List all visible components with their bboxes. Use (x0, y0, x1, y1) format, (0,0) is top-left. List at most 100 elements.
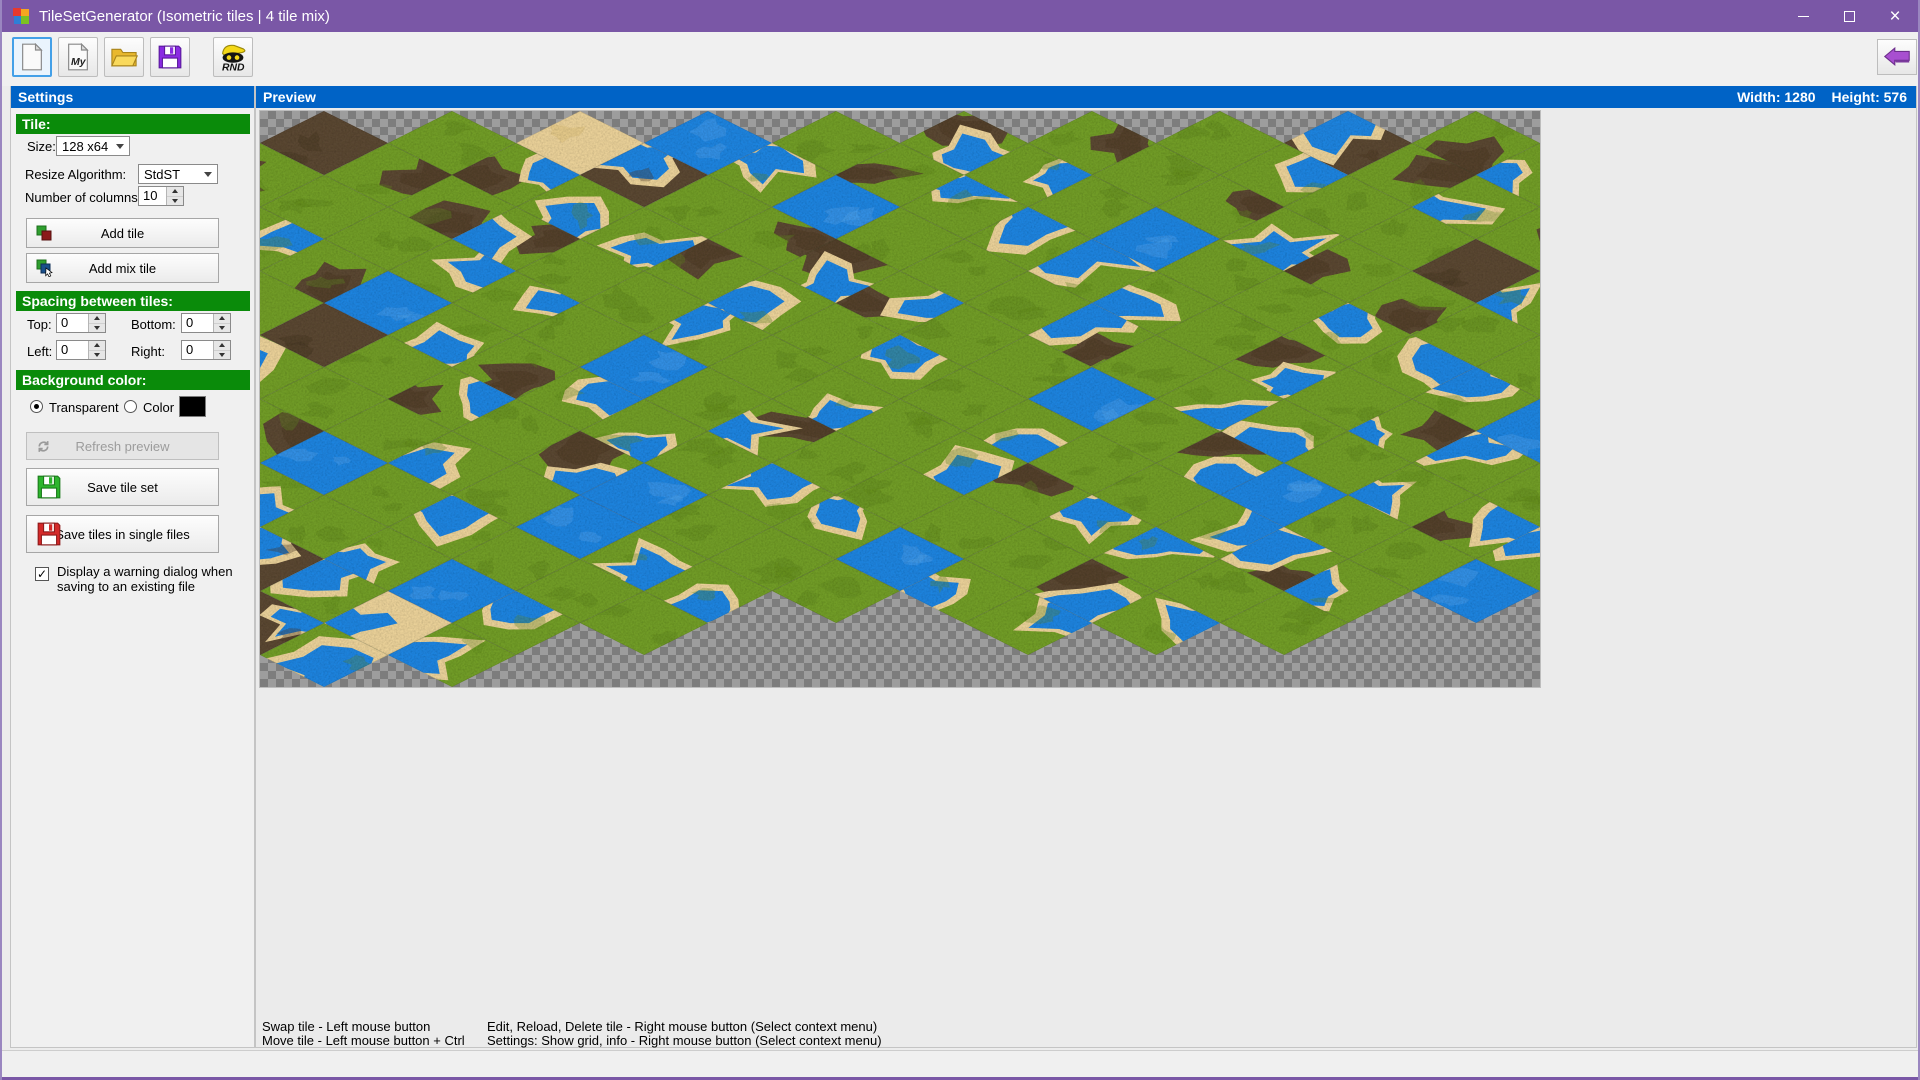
spacing-top-value: 0 (57, 314, 88, 332)
warning-checkbox-label[interactable]: Display a warning dialog when saving to … (57, 564, 233, 594)
preview-header: Preview Width: 1280 Height: 576 (256, 86, 1916, 108)
svg-text:RND: RND (222, 62, 245, 72)
spin-up-button[interactable] (167, 187, 183, 197)
title-bar: TileSetGenerator (Isometric tiles | 4 ti… (2, 0, 1918, 32)
size-select[interactable]: 128 x64 (56, 136, 130, 156)
random-button[interactable]: RND (213, 37, 253, 77)
warning-label-line1: Display a warning dialog when (57, 564, 233, 579)
arrow-up-icon (172, 189, 178, 193)
minimize-icon (1798, 16, 1809, 17)
spacing-left-label: Left: (27, 344, 52, 359)
plugin-button[interactable] (1877, 39, 1917, 75)
red-floppy-icon (36, 521, 62, 547)
preview-height: Height: 576 (1832, 86, 1907, 108)
spacing-left-value: 0 (57, 341, 88, 359)
green-floppy-icon (36, 474, 62, 500)
save-button[interactable] (150, 37, 190, 77)
arrow-down-icon (94, 353, 100, 357)
columns-label: Number of columns: (25, 190, 141, 205)
refresh-preview-label: Refresh preview (76, 439, 170, 454)
status-hint-swap: Swap tile - Left mouse button (262, 1020, 430, 1034)
spacing-section-header: Spacing between tiles: (16, 291, 250, 311)
status-hint-settings: Settings: Show grid, info - Right mouse … (487, 1034, 882, 1048)
checkmark-icon: ✓ (37, 567, 47, 581)
add-tile-label: Add tile (101, 226, 144, 241)
transparent-radio[interactable] (30, 400, 43, 413)
chevron-down-icon (204, 172, 212, 177)
size-label: Size: (27, 139, 56, 154)
spacing-left-stepper[interactable]: 0 (56, 340, 106, 360)
window-title: TileSetGenerator (Isometric tiles | 4 ti… (39, 8, 330, 25)
color-radio[interactable] (124, 400, 137, 413)
preview-title: Preview (263, 86, 316, 108)
close-button[interactable]: × (1872, 0, 1918, 32)
purple-puzzle-arrow-icon (1882, 47, 1912, 67)
background-section-header: Background color: (16, 370, 250, 390)
new-file-button[interactable] (12, 37, 52, 77)
spin-up-button[interactable] (214, 341, 230, 351)
arrow-down-icon (94, 326, 100, 330)
spin-up-button[interactable] (89, 314, 105, 324)
maximize-icon (1844, 11, 1855, 22)
spin-down-button[interactable] (214, 351, 230, 360)
maximize-button[interactable] (1826, 0, 1872, 32)
tile-section-header: Tile: (16, 114, 250, 134)
columns-value: 10 (139, 187, 166, 205)
columns-stepper[interactable]: 10 (138, 186, 184, 206)
spacing-right-stepper[interactable]: 0 (181, 340, 231, 360)
color-swatch[interactable] (179, 396, 206, 417)
arrow-down-icon (172, 199, 178, 203)
spin-down-button[interactable] (89, 351, 105, 360)
my-file-button[interactable]: My (58, 37, 98, 77)
app-icon (12, 7, 30, 25)
save-single-files-button[interactable]: Save tiles in single files (26, 515, 219, 553)
spin-up-button[interactable] (89, 341, 105, 351)
settings-header: Settings (11, 86, 254, 108)
refresh-icon (36, 439, 51, 454)
resize-algorithm-value: StdST (144, 167, 180, 182)
spin-down-button[interactable] (214, 324, 230, 333)
chevron-down-icon (116, 144, 124, 149)
rnd-bandit-icon: RND (218, 42, 248, 72)
open-folder-icon (110, 46, 138, 68)
spacing-right-value: 0 (182, 341, 213, 359)
settings-panel: Settings Tile: Size: 128 x64 Resize Algo… (10, 86, 255, 1048)
spin-down-button[interactable] (89, 324, 105, 333)
add-tile-button[interactable]: Add tile (26, 218, 219, 248)
spacing-bottom-value: 0 (182, 314, 213, 332)
spin-down-button[interactable] (167, 197, 183, 206)
blank-page-icon (20, 43, 44, 71)
spacing-bottom-stepper[interactable]: 0 (181, 313, 231, 333)
resize-algorithm-select[interactable]: StdST (138, 164, 218, 184)
spacing-right-label: Right: (131, 344, 165, 359)
spacing-top-stepper[interactable]: 0 (56, 313, 106, 333)
purple-floppy-icon (157, 44, 183, 70)
my-document-icon: My (66, 43, 90, 71)
preview-width: Width: 1280 (1737, 86, 1815, 108)
transparent-label: Transparent (49, 400, 119, 415)
add-mix-tile-label: Add mix tile (89, 261, 156, 276)
refresh-preview-button: Refresh preview (26, 432, 219, 460)
save-tile-set-button[interactable]: Save tile set (26, 468, 219, 506)
add-mix-tile-button[interactable]: Add mix tile (26, 253, 219, 283)
bottom-strip (2, 1050, 1918, 1077)
save-single-files-label: Save tiles in single files (55, 527, 189, 542)
spacing-bottom-label: Bottom: (131, 317, 176, 332)
warning-checkbox[interactable]: ✓ (35, 567, 49, 581)
arrow-up-icon (219, 343, 225, 347)
minimize-button[interactable] (1780, 0, 1826, 32)
status-hint-edit: Edit, Reload, Delete tile - Right mouse … (487, 1020, 877, 1034)
tile-canvas[interactable] (260, 111, 1540, 687)
preview-panel: Preview Width: 1280 Height: 576 Swap til… (255, 86, 1917, 1048)
add-mix-tile-icon (36, 259, 54, 277)
toolbar: My RND (2, 32, 1918, 86)
add-tile-icon (36, 225, 52, 241)
arrow-up-icon (94, 343, 100, 347)
spin-up-button[interactable] (214, 314, 230, 324)
save-tile-set-label: Save tile set (87, 480, 158, 495)
color-label: Color (143, 400, 174, 415)
resize-algorithm-label: Resize Algorithm: (25, 167, 126, 182)
app-window: TileSetGenerator (Isometric tiles | 4 ti… (0, 0, 1920, 1080)
open-folder-button[interactable] (104, 37, 144, 77)
close-icon: × (1889, 7, 1900, 26)
